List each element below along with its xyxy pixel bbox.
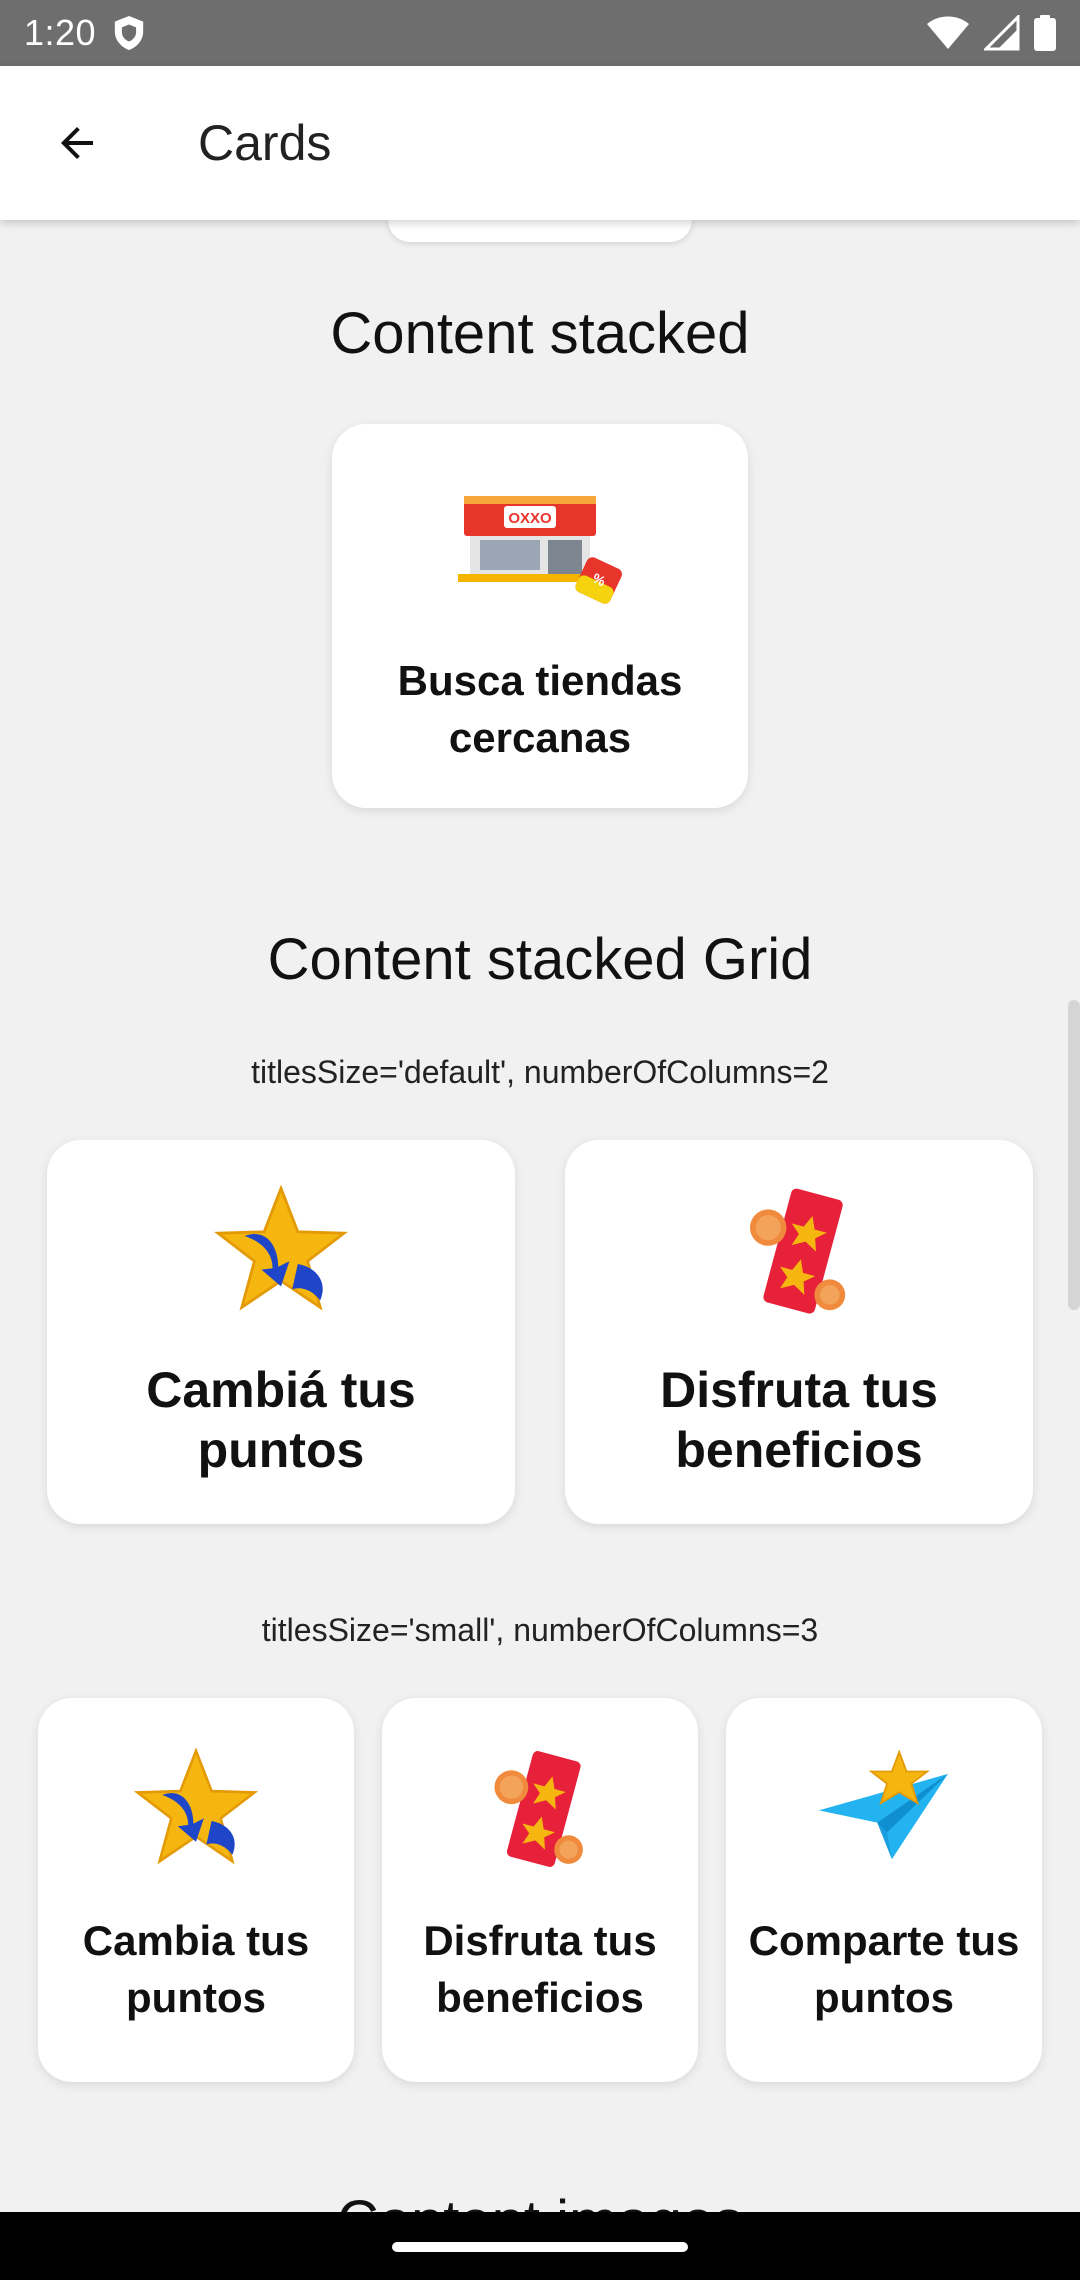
paper-plane-star-icon [814, 1738, 954, 1878]
card-busca-tiendas[interactable]: OXXO % Busca tiendas cercanas [332, 424, 748, 808]
scroll-content[interactable]: Content stacked OXXO % Busca tiendas cer… [0, 220, 1080, 2212]
page-title: Cards [198, 115, 332, 171]
ticket-coins-icon [729, 1180, 869, 1320]
card-label: Cambiá tus puntos [146, 1362, 416, 1478]
ticket-coins-icon [470, 1738, 610, 1878]
battery-icon [1034, 15, 1056, 51]
card-cambia-tus-puntos-small[interactable]: Cambia tus puntos [38, 1698, 354, 2082]
card-label: Disfruta tus beneficios [423, 1917, 657, 2021]
section-title-content-stacked-grid: Content stacked Grid [267, 927, 813, 992]
section-title-content-images: Content images [0, 2188, 1080, 2212]
card-disfruta-tus-beneficios[interactable]: Disfruta tus beneficios [565, 1140, 1033, 1524]
arrow-back-icon [61, 127, 93, 159]
navigation-bar [0, 2212, 1080, 2280]
card-label: Disfruta tus beneficios [660, 1362, 938, 1478]
store-icon: OXXO % [450, 470, 630, 606]
section-title-content-stacked: Content stacked [330, 301, 750, 366]
card-cambia-tus-puntos[interactable]: Cambiá tus puntos [47, 1140, 515, 1524]
cellular-signal-icon [984, 15, 1020, 51]
svg-text:OXXO: OXXO [508, 510, 552, 527]
card-disfruta-tus-beneficios-small[interactable]: Disfruta tus beneficios [382, 1698, 698, 2082]
status-time: 1:20 [24, 12, 97, 53]
app-bar: Cards [0, 66, 1080, 220]
status-bar: 1:20 [0, 0, 1080, 66]
star-swap-icon [126, 1738, 266, 1878]
wifi-icon [927, 16, 969, 49]
back-button[interactable] [0, 66, 154, 220]
gesture-handle[interactable] [392, 2242, 688, 2252]
card-label: Busca tiendas cercanas [397, 657, 683, 761]
card-label: Cambia tus puntos [82, 1917, 310, 2021]
shield-icon [114, 16, 144, 50]
grid-caption-two-columns: titlesSize='default', numberOfColumns=2 [251, 1054, 829, 1090]
star-swap-icon [211, 1180, 351, 1320]
card-label: Comparte tus puntos [748, 1917, 1020, 2021]
grid-caption-three-columns: titlesSize='small', numberOfColumns=3 [261, 1612, 819, 1648]
scrollbar-thumb[interactable] [1068, 1000, 1080, 1310]
card-comparte-tus-puntos-small[interactable]: Comparte tus puntos [726, 1698, 1042, 2082]
previous-card-bottom [388, 220, 692, 242]
